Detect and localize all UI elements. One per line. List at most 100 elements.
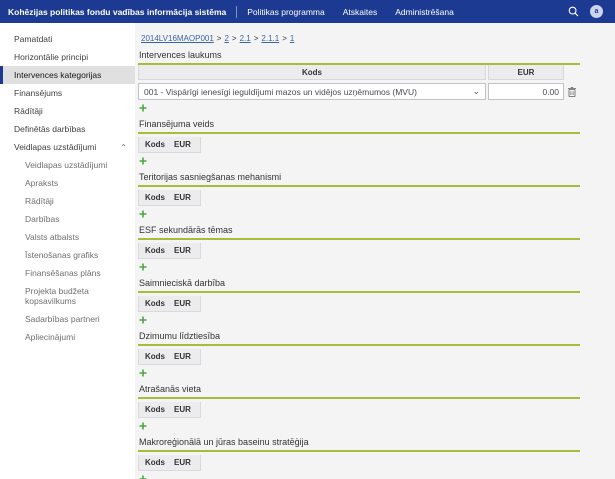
- topbar: Kohēzijas politikas fondu vadības inform…: [0, 0, 615, 23]
- add-row-button[interactable]: [139, 157, 148, 165]
- sidebar-item-label: Finansējums: [14, 88, 62, 98]
- section-title: Atrašanās vieta: [139, 384, 580, 394]
- column-header-eur: EUR: [174, 140, 191, 149]
- sidebar-subitem-projekta-budzeta-kopsavilkums[interactable]: Projekta budžeta kopsavilkums: [0, 282, 135, 310]
- column-header-kods: Kods: [145, 352, 165, 361]
- add-row-button[interactable]: [139, 475, 148, 479]
- breadcrumb-link-2014lv16maop001[interactable]: 2014LV16MAOP001: [141, 34, 214, 43]
- search-icon[interactable]: [568, 6, 579, 17]
- add-row-button[interactable]: [139, 369, 148, 377]
- sidebar-subitem-apliecinajumi[interactable]: Apliecinājumi: [0, 328, 135, 346]
- section-title: ESF sekundārās tēmas: [139, 225, 580, 235]
- sidebar-item-veidlapas-uzstadijumi[interactable]: Veidlapas uzstādījumi ⌃: [0, 138, 135, 156]
- column-header-kods: Kods: [145, 299, 165, 308]
- sidebar-item-label: Definētās darbības: [14, 124, 85, 134]
- breadcrumb: 2014LV16MAOP001>2>2.1>2.1.1>1: [141, 34, 580, 43]
- section-makroregionala-un-juras-baseinu-strategija: Makroreģionālā un jūras baseinu stratēģi…: [138, 437, 580, 479]
- section-title: Dzimumu līdztiesība: [139, 331, 580, 341]
- section-teritorijas-sasniegsanas-mehanismi: Teritorijas sasniegšanas mehanismi Kods …: [138, 172, 580, 218]
- table-row: 001 - Vispārīgi ienesīgi ieguldījumi maz…: [138, 83, 580, 100]
- section-atrasanas-vieta: Atrašanās vieta Kods EUR: [138, 384, 580, 430]
- sidebar-subitem-raditaji[interactable]: Rādītāji: [0, 192, 135, 210]
- column-header-kods: Kods: [145, 246, 165, 255]
- empty-table-header: Kods EUR: [138, 243, 201, 259]
- section-saimnieciska-darbiba: Saimnieciskā darbība Kods EUR: [138, 278, 580, 324]
- empty-table-header: Kods EUR: [138, 296, 201, 312]
- column-header-spacer: [564, 65, 580, 80]
- section-divider: [138, 291, 580, 293]
- section-finansejuma-veids: Finansējuma veids Kods EUR: [138, 119, 580, 165]
- eur-input[interactable]: [488, 83, 564, 100]
- sidebar-subitem-istenosanas-grafiks[interactable]: Īstenošanas grafiks: [0, 246, 135, 264]
- sidebar-item-label: Intervences kategorijas: [14, 70, 101, 80]
- section-title: Saimnieciskā darbība: [139, 278, 580, 288]
- section-esf-sekundaras-temas: ESF sekundārās tēmas Kods EUR: [138, 225, 580, 271]
- breadcrumb-link-1[interactable]: 1: [290, 34, 294, 43]
- sidebar-item-label: Īstenošanas grafiks: [25, 250, 98, 260]
- kods-select[interactable]: 001 - Vispārīgi ienesīgi ieguldījumi maz…: [138, 83, 486, 100]
- column-header-eur: EUR: [488, 65, 564, 80]
- sidebar-item-label: Pamatdati: [14, 34, 52, 44]
- section-divider: [138, 450, 580, 452]
- sidebar-item-label: Sadarbības partneri: [25, 314, 100, 324]
- section-divider: [138, 132, 580, 134]
- column-header-eur: EUR: [174, 246, 191, 255]
- kods-select-value: 001 - Vispārīgi ienesīgi ieguldījumi maz…: [144, 87, 417, 97]
- sidebar-item-horizontalie-principi[interactable]: Horizontālie principi: [0, 48, 135, 66]
- sidebar-subitem-darbibas[interactable]: Darbības: [0, 210, 135, 228]
- menu-item-administresana[interactable]: Administrēšana: [395, 7, 454, 17]
- add-row-button[interactable]: [139, 316, 148, 324]
- sidebar-item-raditaji[interactable]: Rādītāji: [0, 102, 135, 120]
- sidebar-subitem-veidlapas-uzstadijumi[interactable]: Veidlapas uzstādījumi: [0, 156, 135, 174]
- sidebar-subitem-finansesanas-plans[interactable]: Finansēšanas plāns: [0, 264, 135, 282]
- add-row-button[interactable]: [139, 263, 148, 271]
- section-title: Intervences laukums: [139, 50, 580, 60]
- sidebar-item-label: Rādītāji: [14, 106, 43, 116]
- content-area: 2014LV16MAOP001>2>2.1>2.1.1>1 Intervence…: [135, 23, 615, 479]
- add-row-button[interactable]: [139, 210, 148, 218]
- empty-table-header: Kods EUR: [138, 349, 201, 365]
- add-row-button[interactable]: [139, 104, 148, 112]
- empty-table-header: Kods EUR: [138, 190, 201, 206]
- breadcrumb-separator: >: [217, 34, 222, 43]
- app-title: Kohēzijas politikas fondu vadības inform…: [8, 7, 226, 17]
- sidebar-item-label: Projekta budžeta kopsavilkums: [25, 286, 127, 306]
- breadcrumb-link-2-1[interactable]: 2.1: [240, 34, 251, 43]
- empty-table-header: Kods EUR: [138, 137, 201, 153]
- sidebar-item-label: Horizontālie principi: [14, 52, 88, 62]
- menu-item-atskaites[interactable]: Atskaites: [343, 7, 378, 17]
- sidebar-item-label: Veidlapas uzstādījumi: [14, 142, 96, 152]
- add-row-button[interactable]: [139, 422, 148, 430]
- sidebar-item-label: Rādītāji: [25, 196, 54, 206]
- sidebar-item-finansejums[interactable]: Finansējums: [0, 84, 135, 102]
- section-divider: [138, 344, 580, 346]
- user-avatar[interactable]: a: [590, 5, 603, 18]
- column-header-kods: Kods: [145, 458, 165, 467]
- delete-row-icon[interactable]: [564, 87, 580, 97]
- breadcrumb-separator: >: [282, 34, 287, 43]
- menu-item-politikas-programma[interactable]: Politikas programma: [247, 7, 324, 17]
- breadcrumb-link-2[interactable]: 2: [224, 34, 228, 43]
- column-header-eur: EUR: [174, 352, 191, 361]
- breadcrumb-separator: >: [254, 34, 259, 43]
- section-title: Finansējuma veids: [139, 119, 580, 129]
- sidebar-item-label: Valsts atbalsts: [25, 232, 79, 242]
- column-header-kods: Kods: [145, 405, 165, 414]
- topbar-menu: Politikas programma Atskaites Administrēša…: [247, 7, 454, 17]
- column-header-kods: Kods: [145, 140, 165, 149]
- section-divider: [138, 185, 580, 187]
- sidebar-subitem-apraksts[interactable]: Apraksts: [0, 174, 135, 192]
- sidebar-item-definetas-darbibas[interactable]: Definētās darbības: [0, 120, 135, 138]
- sidebar-item-intervences-kategorijas[interactable]: Intervences kategorijas: [0, 66, 135, 84]
- sidebar-item-pamatdati[interactable]: Pamatdati: [0, 30, 135, 48]
- main-layout: Pamatdati Horizontālie principi Interven…: [0, 23, 615, 479]
- section-title: Makroreģionālā un jūras baseinu stratēģi…: [139, 437, 580, 447]
- empty-table-header: Kods EUR: [138, 402, 201, 418]
- section-intervences-laukums: Intervences laukums Kods EUR 001 - Vispā…: [138, 50, 580, 112]
- sidebar-item-label: Veidlapas uzstādījumi: [25, 160, 107, 170]
- breadcrumb-link-2-1-1[interactable]: 2.1.1: [261, 34, 279, 43]
- topbar-right: a: [568, 5, 607, 18]
- sidebar-subitem-sadarbibas-partneri[interactable]: Sadarbības partneri: [0, 310, 135, 328]
- sidebar-subitem-valsts-atbalsts[interactable]: Valsts atbalsts: [0, 228, 135, 246]
- section-divider: [138, 397, 580, 399]
